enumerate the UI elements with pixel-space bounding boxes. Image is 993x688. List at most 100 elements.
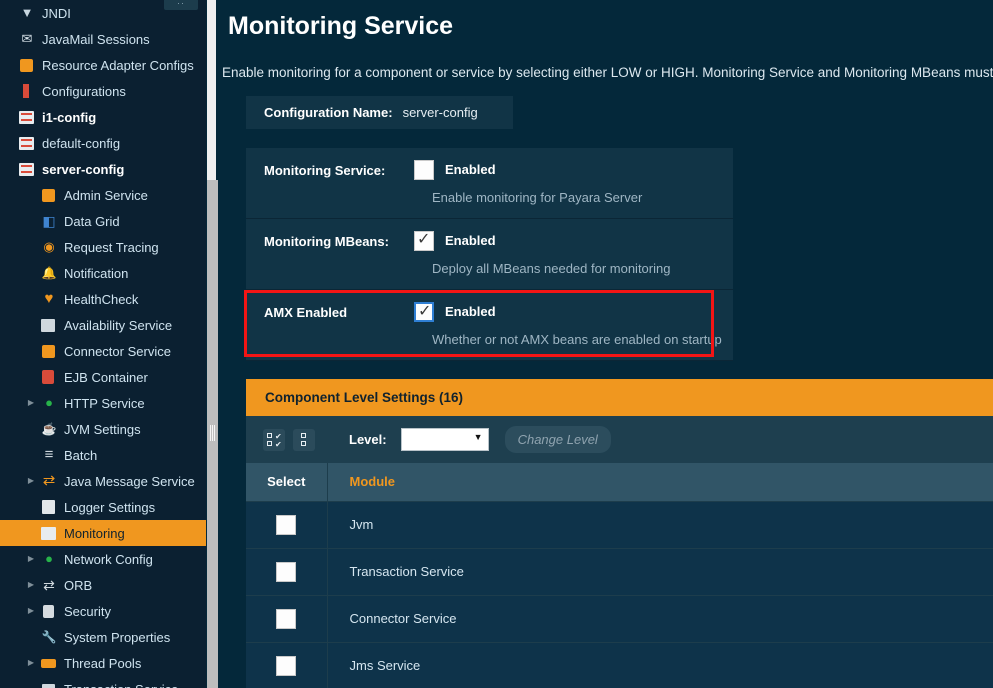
sidebar-item-availability-service[interactable]: ▶Availability Service [0,312,206,338]
expand-arrow-icon[interactable]: ▶ [24,581,38,589]
sidebar-item-label: Notification [64,267,128,280]
configuration-name-label: Configuration Name: [264,105,393,120]
configuration-name-box: Configuration Name: server-config [246,96,513,129]
sidebar-item-label: HTTP Service [64,397,145,410]
sidebar-item-label: Security [64,605,111,618]
funnel-icon: ▼ [16,4,36,22]
configuration-name-value: server-config [403,105,478,120]
expand-arrow-icon[interactable]: ▶ [24,477,38,485]
modules-table-header-row: Select Module [246,463,993,501]
sidebar-item-healthcheck[interactable]: ▶♥HealthCheck [0,286,206,312]
table-row: Jms Service [246,642,993,688]
expand-arrow-icon[interactable]: ▶ [24,555,38,563]
deselect-all-icon[interactable] [293,429,315,451]
sidebar-item-label: JNDI [42,7,71,20]
tree-spacer: ▶ [24,633,38,641]
tree-spacer: ▶ [2,113,16,121]
row-checkbox[interactable] [276,609,296,629]
sidebar-item-label: EJB Container [64,371,148,384]
sidebar-item-jvm-settings[interactable]: ▶☕JVM Settings [0,416,206,442]
sidebar-item-admin-service[interactable]: ▶Admin Service [0,182,206,208]
tree-spacer: ▶ [24,217,38,225]
puzzle-icon [38,186,58,204]
sidebar-item-data-grid[interactable]: ▶◧Data Grid [0,208,206,234]
setting-checkbox-label: Enabled [445,302,496,319]
sidebar-item-connector-service[interactable]: ▶Connector Service [0,338,206,364]
sidebar-item-http-service[interactable]: ▶●HTTP Service [0,390,206,416]
setting-checkbox[interactable] [414,302,434,322]
sidebar-item-server-config[interactable]: ▶server-config [0,156,206,182]
sidebar-item-monitoring[interactable]: ▶Monitoring [0,520,206,546]
sliders-icon [16,134,36,152]
sidebar-item-transaction-service[interactable]: ▶Transaction Service [0,676,206,688]
monitoring-settings-list: Monitoring Service:EnabledEnable monitor… [246,148,733,361]
row-select-cell [246,595,327,642]
setting-checkbox[interactable] [414,160,434,180]
sidebar-scrollbar-thumb[interactable] [207,180,218,688]
sidebar-item-label: Java Message Service [64,475,195,488]
expand-arrow-icon[interactable]: ▶ [24,399,38,407]
navigation-tree: ▶▼JNDI▶✉JavaMail Sessions▶Resource Adapt… [0,0,206,688]
change-level-button[interactable]: Change Level [505,426,611,453]
setting-row-monitoring-service: Monitoring Service:EnabledEnable monitor… [246,148,733,219]
setting-label: AMX Enabled [264,302,414,320]
heart-icon: ♥ [38,290,58,308]
puzzle-icon [38,342,58,360]
sidebar-item-resource-adapter-configs[interactable]: ▶Resource Adapter Configs [0,52,206,78]
sidebar-item-configurations[interactable]: ▶Configurations [0,78,206,104]
sidebar-item-label: default-config [42,137,120,150]
sidebar-item-i1-config[interactable]: ▶i1-config [0,104,206,130]
lock-icon [38,602,58,620]
row-module-name: Transaction Service [327,548,993,595]
sidebar-scrollbar[interactable] [206,0,217,688]
sidebar-item-notification[interactable]: ▶🔔Notification [0,260,206,286]
component-level-settings-header: Component Level Settings (16) [246,379,993,416]
sidebar-item-system-properties[interactable]: ▶🔧System Properties [0,624,206,650]
select-all-icon[interactable]: ✔ ✔ [263,429,285,451]
tree-spacer: ▶ [24,373,38,381]
setting-help-text: Enable monitoring for Payara Server [432,190,733,205]
sidebar-item-network-config[interactable]: ▶●Network Config [0,546,206,572]
setting-checkbox-label: Enabled [445,160,496,177]
sidebar-item-label: Resource Adapter Configs [42,59,194,72]
sidebar-item-security[interactable]: ▶ Security [0,598,206,624]
tree-spacer: ▶ [24,425,38,433]
bell-icon: 🔔 [38,264,58,282]
component-level-settings-panel: Component Level Settings (16) ✔ ✔ [246,379,993,688]
column-header-module[interactable]: Module [327,463,993,501]
sidebar-item-orb[interactable]: ▶⇄ORB [0,572,206,598]
sidebar-item-ejb-container[interactable]: ▶ EJB Container [0,364,206,390]
sidebar-item-label: Network Config [64,553,153,566]
table-row: Connector Service [246,595,993,642]
tree-spacer: ▶ [24,451,38,459]
sliders-icon [16,160,36,178]
grid-blocks-icon: ◧ [38,212,58,230]
sidebar-item-java-message-service[interactable]: ▶⇄Java Message Service [0,468,206,494]
tree-spacer: ▶ [24,243,38,251]
row-checkbox[interactable] [276,656,296,676]
column-header-select[interactable]: Select [246,463,327,501]
sidebar-item-default-config[interactable]: ▶default-config [0,130,206,156]
sidebar-corner-tab[interactable]: ·· [164,0,198,10]
row-module-name: Jvm [327,501,993,548]
wrench-icon: 🔧 [38,628,58,646]
row-checkbox[interactable] [276,562,296,582]
level-select[interactable] [401,428,489,451]
sidebar-item-label: Monitoring [64,527,125,540]
row-checkbox[interactable] [276,515,296,535]
component-level-toolbar: ✔ ✔ Level: Change Level [246,416,993,463]
sidebar-item-javamail-sessions[interactable]: ▶✉JavaMail Sessions [0,26,206,52]
expand-arrow-icon[interactable]: ▶ [24,659,38,667]
monitor-icon [38,524,58,542]
level-label: Level: [349,432,387,447]
setting-checkbox[interactable] [414,231,434,251]
sidebar-item-logger-settings[interactable]: ▶Logger Settings [0,494,206,520]
row-select-cell [246,642,327,688]
expand-arrow-icon[interactable]: ▶ [24,607,38,615]
sidebar-item-batch[interactable]: ▶≡Batch [0,442,206,468]
sidebar-item-label: JavaMail Sessions [42,33,150,46]
sidebar-item-label: HealthCheck [64,293,138,306]
sidebar-item-request-tracing[interactable]: ▶◉Request Tracing [0,234,206,260]
setting-checkbox-label: Enabled [445,231,496,248]
sidebar-item-thread-pools[interactable]: ▶Thread Pools [0,650,206,676]
